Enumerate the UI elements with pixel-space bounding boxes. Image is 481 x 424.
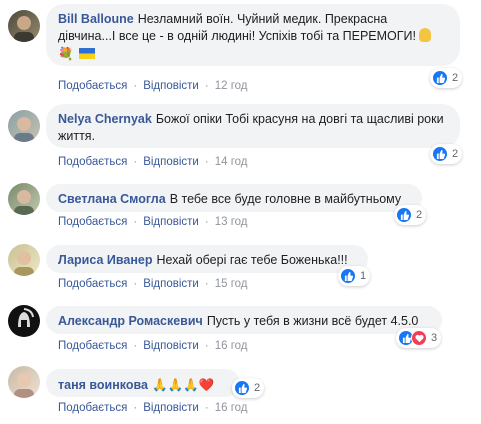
like-link[interactable]: Подобається [58, 216, 127, 228]
comment-bubble: Bill Balloune Незламний воїн. Чуйний меди… [46, 4, 460, 66]
comment-actions: Подобається · Відповісти · 12 год [58, 80, 248, 92]
separator: · [204, 80, 209, 92]
avatar-photo [14, 251, 34, 276]
comment-author[interactable]: Nelya Chernyak [58, 112, 152, 126]
avatar-photo [14, 190, 34, 215]
like-reaction-icon [234, 380, 250, 396]
separator: · [204, 402, 209, 414]
comment-time[interactable]: 15 год [215, 278, 248, 290]
like-link[interactable]: Подобається [58, 340, 127, 352]
reaction-summary[interactable]: 2 [394, 205, 427, 225]
hand-emoji-icon [419, 28, 432, 42]
like-reaction-icon [432, 70, 448, 86]
reaction-summary[interactable]: 3 [396, 328, 442, 348]
comment-author[interactable]: Bill Balloune [58, 12, 134, 26]
comment-bubble: Nelya Chernyak Божої опіки Тобі красуня н… [46, 104, 460, 148]
separator: · [133, 80, 138, 92]
comment-time[interactable]: 16 год [215, 402, 248, 414]
avatar[interactable] [8, 183, 40, 215]
comment-text: Нехай обері гає тебе Боженька!!! [156, 253, 348, 267]
comment-bubble: Лариса Иванер Нехай обері гає тебе Божень… [46, 245, 368, 273]
reaction-count: 2 [452, 72, 459, 84]
like-link[interactable]: Подобається [58, 402, 127, 414]
separator: · [133, 216, 138, 228]
avatar[interactable] [8, 244, 40, 276]
like-reaction-icon [340, 268, 356, 284]
reaction-summary[interactable]: 1 [338, 266, 371, 286]
avatar[interactable] [8, 305, 40, 337]
avatar[interactable] [8, 110, 40, 142]
ukraine-flag-icon [79, 48, 96, 59]
comment-actions: Подобається · Відповісти · 16 год [58, 340, 248, 352]
reply-link[interactable]: Відповісти [143, 402, 199, 414]
comment-author[interactable]: Лариса Иванер [58, 253, 152, 267]
reaction-count: 1 [360, 270, 367, 282]
comment-time[interactable]: 13 год [215, 216, 248, 228]
like-link[interactable]: Подобається [58, 156, 127, 168]
reaction-count: 3 [431, 332, 438, 344]
spartan-helmet-icon [18, 308, 34, 327]
love-reaction-icon [411, 330, 427, 346]
comment-time[interactable]: 16 год [215, 340, 248, 352]
separator: · [133, 156, 138, 168]
reaction-summary[interactable]: 2 [430, 68, 463, 88]
avatar-photo [14, 16, 34, 42]
separator: · [204, 216, 209, 228]
comment-text: В тебе все буде головне в майбутньому [169, 192, 402, 206]
comment-author[interactable]: таня воинкова [58, 378, 148, 392]
reply-link[interactable]: Відповісти [143, 80, 199, 92]
comment-author[interactable]: Александр Ромаскевич [58, 314, 203, 328]
like-link[interactable]: Подобається [58, 278, 127, 290]
comment-time[interactable]: 14 год [215, 156, 248, 168]
comment-time[interactable]: 12 год [215, 80, 248, 92]
like-reaction-icon [396, 207, 412, 223]
separator: · [133, 278, 138, 290]
like-reaction-icon [432, 146, 448, 162]
separator: · [133, 402, 138, 414]
comment-actions: Подобається · Відповісти · 16 год [58, 402, 248, 414]
reply-link[interactable]: Відповісти [143, 156, 199, 168]
avatar-photo [14, 117, 34, 142]
comment-bubble: Александр Ромаскевич Пусть у тебя в жизни… [46, 306, 442, 334]
comment-text: Пусть у тебя в жизни всё будет 4.5.0 [206, 314, 419, 328]
reaction-summary[interactable]: 2 [232, 378, 265, 398]
separator: · [204, 156, 209, 168]
comment-actions: Подобається · Відповісти · 13 год [58, 216, 248, 228]
avatar[interactable] [8, 366, 40, 398]
comment-actions: Подобається · Відповісти · 15 год [58, 278, 248, 290]
comment-author[interactable]: Светлана Смогла [58, 192, 166, 206]
reaction-count: 2 [416, 209, 423, 221]
reply-link[interactable]: Відповісти [143, 340, 199, 352]
separator: · [204, 278, 209, 290]
flower-emoji-icon: 💐 [58, 46, 74, 61]
comment-bubble: Светлана Смогла В тебе все буде головне в… [46, 184, 422, 212]
reply-link[interactable]: Відповісти [143, 278, 199, 290]
avatar[interactable] [8, 10, 40, 42]
separator: · [133, 340, 138, 352]
avatar-photo [14, 373, 34, 398]
separator: · [204, 340, 209, 352]
reply-link[interactable]: Відповісти [143, 216, 199, 228]
comment-actions: Подобається · Відповісти · 14 год [58, 156, 248, 168]
reaction-summary[interactable]: 2 [430, 144, 463, 164]
reaction-count: 2 [254, 382, 261, 394]
comment-bubble: таня воинкова 🙏🙏🙏❤️ [46, 369, 240, 397]
reaction-count: 2 [452, 148, 459, 160]
comment-text: 🙏🙏🙏❤️ [151, 377, 215, 392]
like-link[interactable]: Подобається [58, 80, 127, 92]
